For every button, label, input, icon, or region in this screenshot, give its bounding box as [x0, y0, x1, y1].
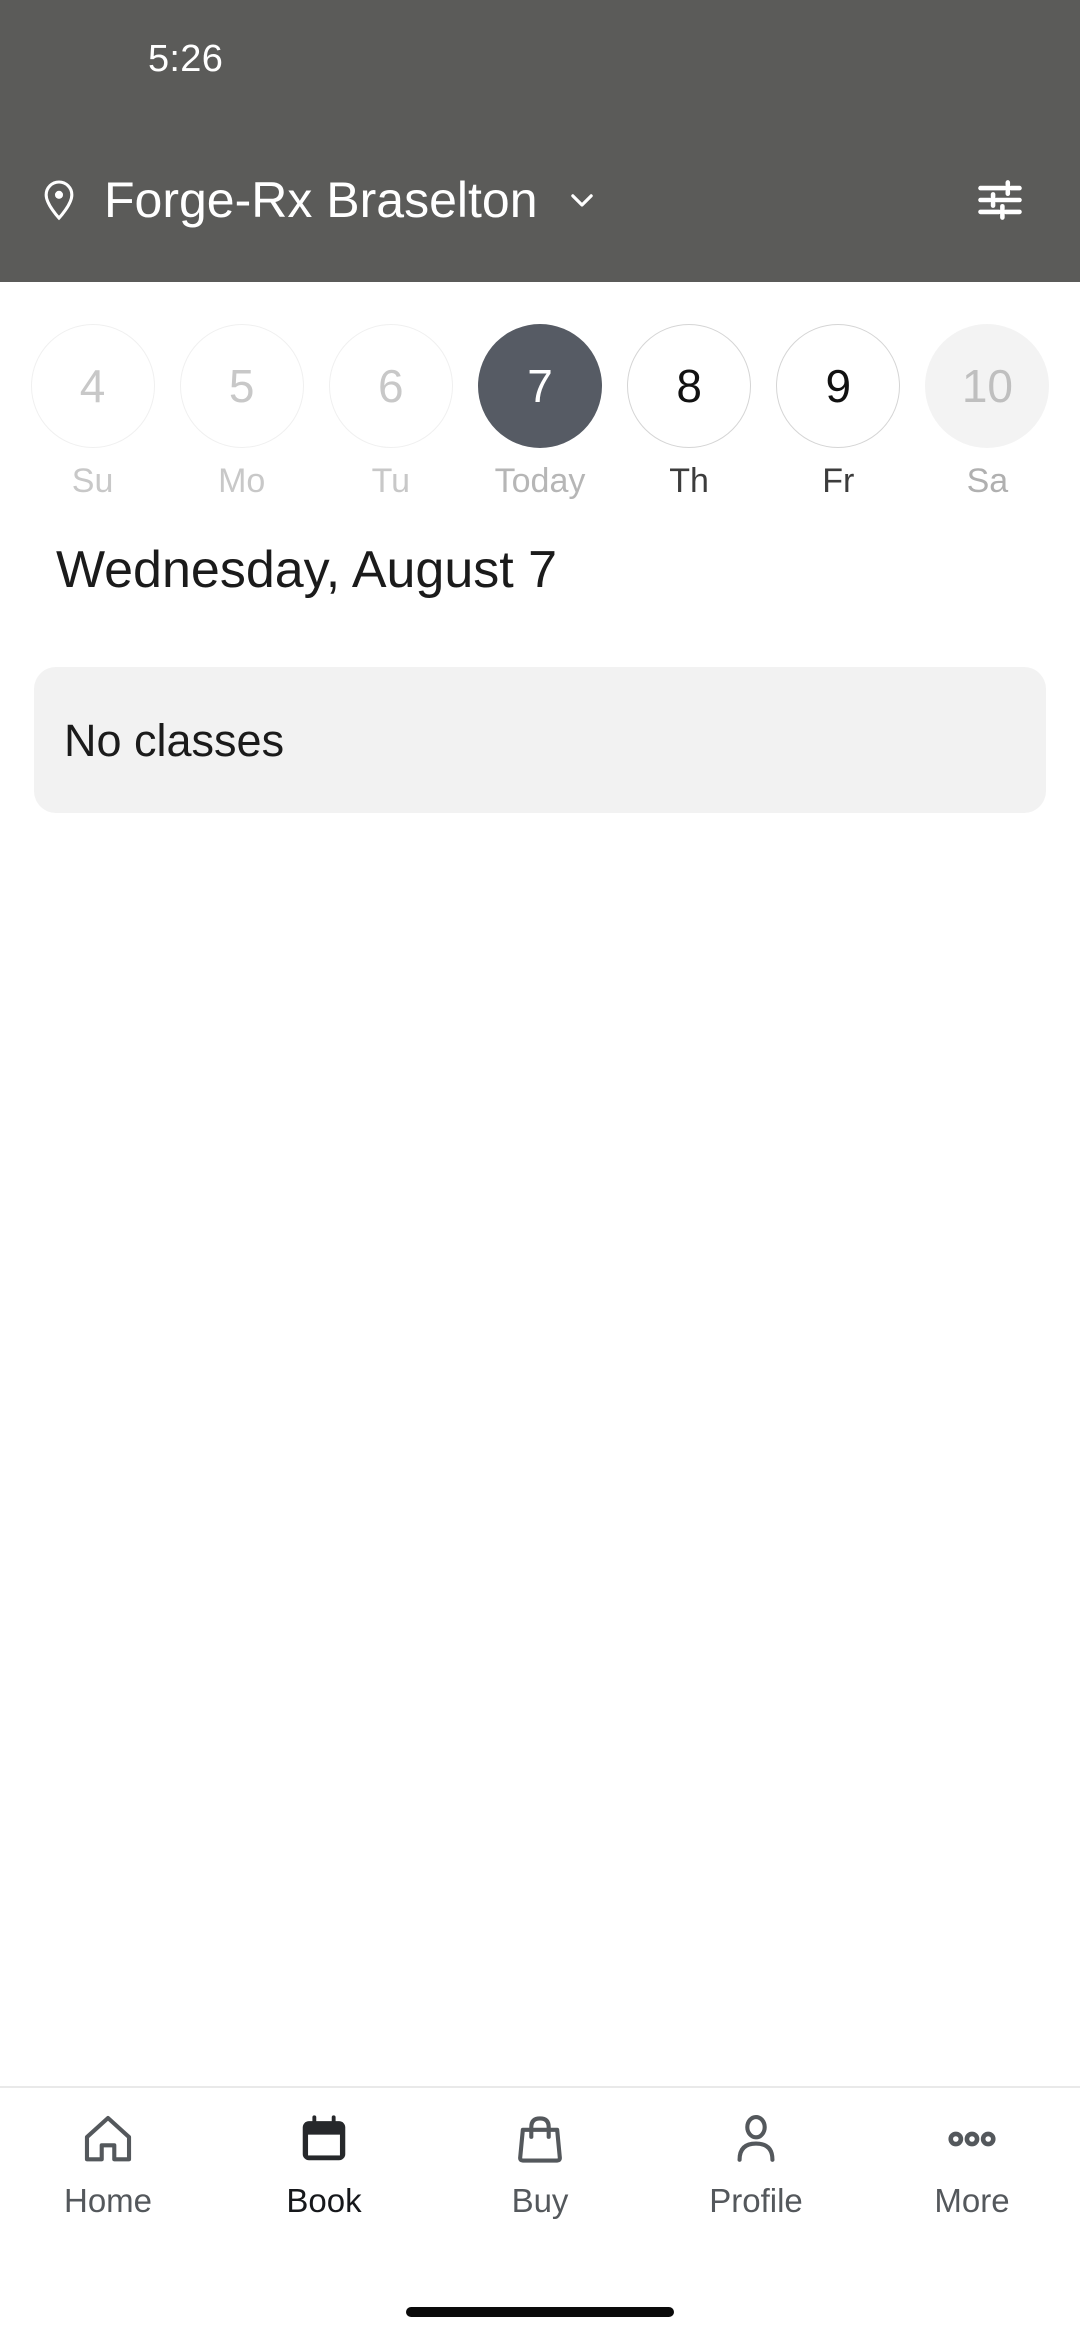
- calendar-icon: [302, 2115, 346, 2161]
- date-cell-6[interactable]: 6 Tu: [316, 324, 465, 498]
- bottom-navigation-bar: Home Book Buy Profile More: [0, 2086, 1080, 2284]
- app-header: 5:26 Forge-Rx Braselton: [0, 0, 1080, 282]
- date-circle[interactable]: 5: [179, 324, 304, 448]
- selected-date-heading: Wednesday, August 7: [56, 541, 558, 599]
- house-icon: [84, 2115, 132, 2162]
- no-classes-card: No classes: [34, 667, 1046, 814]
- status-bar: 5:26: [0, 0, 1080, 118]
- chevron-down-icon[interactable]: [562, 180, 602, 220]
- date-cell-4[interactable]: 4 Su: [18, 324, 167, 498]
- location-selector[interactable]: Forge-Rx Braselton: [36, 175, 964, 225]
- nav-tab-label: Home: [63, 2182, 153, 2219]
- nav-tab-profile[interactable]: Profile: [648, 2110, 864, 2217]
- nav-tab-label: More: [934, 2182, 1010, 2219]
- person-icon: [737, 2114, 775, 2162]
- date-circle-selected[interactable]: 7: [477, 324, 602, 448]
- nav-tab-label: Book: [286, 2182, 362, 2219]
- nav-tab-label: Buy: [511, 2182, 569, 2219]
- date-weekday-label: Mo: [218, 462, 266, 500]
- date-strip[interactable]: 4 Su 5 Mo 6 Tu 7 Today 8 Th 9 Fr 10 Sa: [0, 282, 1080, 504]
- date-weekday-label: Su: [71, 462, 114, 500]
- shopping-bag-icon: [518, 2116, 562, 2163]
- home-indicator[interactable]: [406, 2307, 674, 2317]
- schedule-content: Wednesday, August 7 No classes: [0, 504, 1080, 2086]
- date-cell-5[interactable]: 5 Mo: [167, 324, 316, 498]
- date-weekday-label: Today: [494, 462, 586, 500]
- date-cell-8[interactable]: 8 Th: [615, 324, 764, 498]
- nav-tab-book[interactable]: Book: [216, 2110, 432, 2217]
- date-circle[interactable]: 10: [925, 324, 1050, 448]
- home-indicator-area: [0, 2284, 1080, 2340]
- tune-sliders-icon: [978, 180, 1022, 220]
- no-classes-label: No classes: [64, 714, 285, 766]
- three-dots-icon: [948, 2131, 996, 2147]
- date-circle[interactable]: 8: [627, 324, 752, 448]
- date-cell-10[interactable]: 10 Sa: [913, 324, 1062, 498]
- date-weekday-label: Th: [669, 462, 709, 500]
- date-weekday-label: Sa: [966, 462, 1009, 500]
- date-circle[interactable]: 4: [30, 324, 155, 448]
- location-name: Forge-Rx Braselton: [104, 172, 538, 228]
- date-weekday-label: Tu: [371, 462, 411, 500]
- nav-tab-label: Profile: [709, 2182, 803, 2219]
- date-circle[interactable]: 9: [776, 324, 901, 448]
- nav-tab-buy[interactable]: Buy: [432, 2110, 648, 2217]
- date-cell-9[interactable]: 9 Fr: [764, 324, 913, 498]
- app-bar: Forge-Rx Braselton: [0, 118, 1080, 282]
- filter-button[interactable]: [964, 164, 1036, 236]
- date-cell-7-today-selected[interactable]: 7 Today: [465, 324, 614, 498]
- nav-tab-home[interactable]: Home: [0, 2110, 216, 2217]
- date-weekday-label: Fr: [822, 462, 855, 500]
- nav-tab-more[interactable]: More: [864, 2110, 1080, 2217]
- location-pin-icon: [44, 180, 74, 221]
- app-screen: 5:26 Forge-Rx Braselton 4 Su 5 Mo 6 Tu 7…: [0, 0, 1080, 2340]
- date-circle[interactable]: 6: [328, 324, 453, 448]
- status-bar-clock: 5:26: [148, 38, 224, 80]
